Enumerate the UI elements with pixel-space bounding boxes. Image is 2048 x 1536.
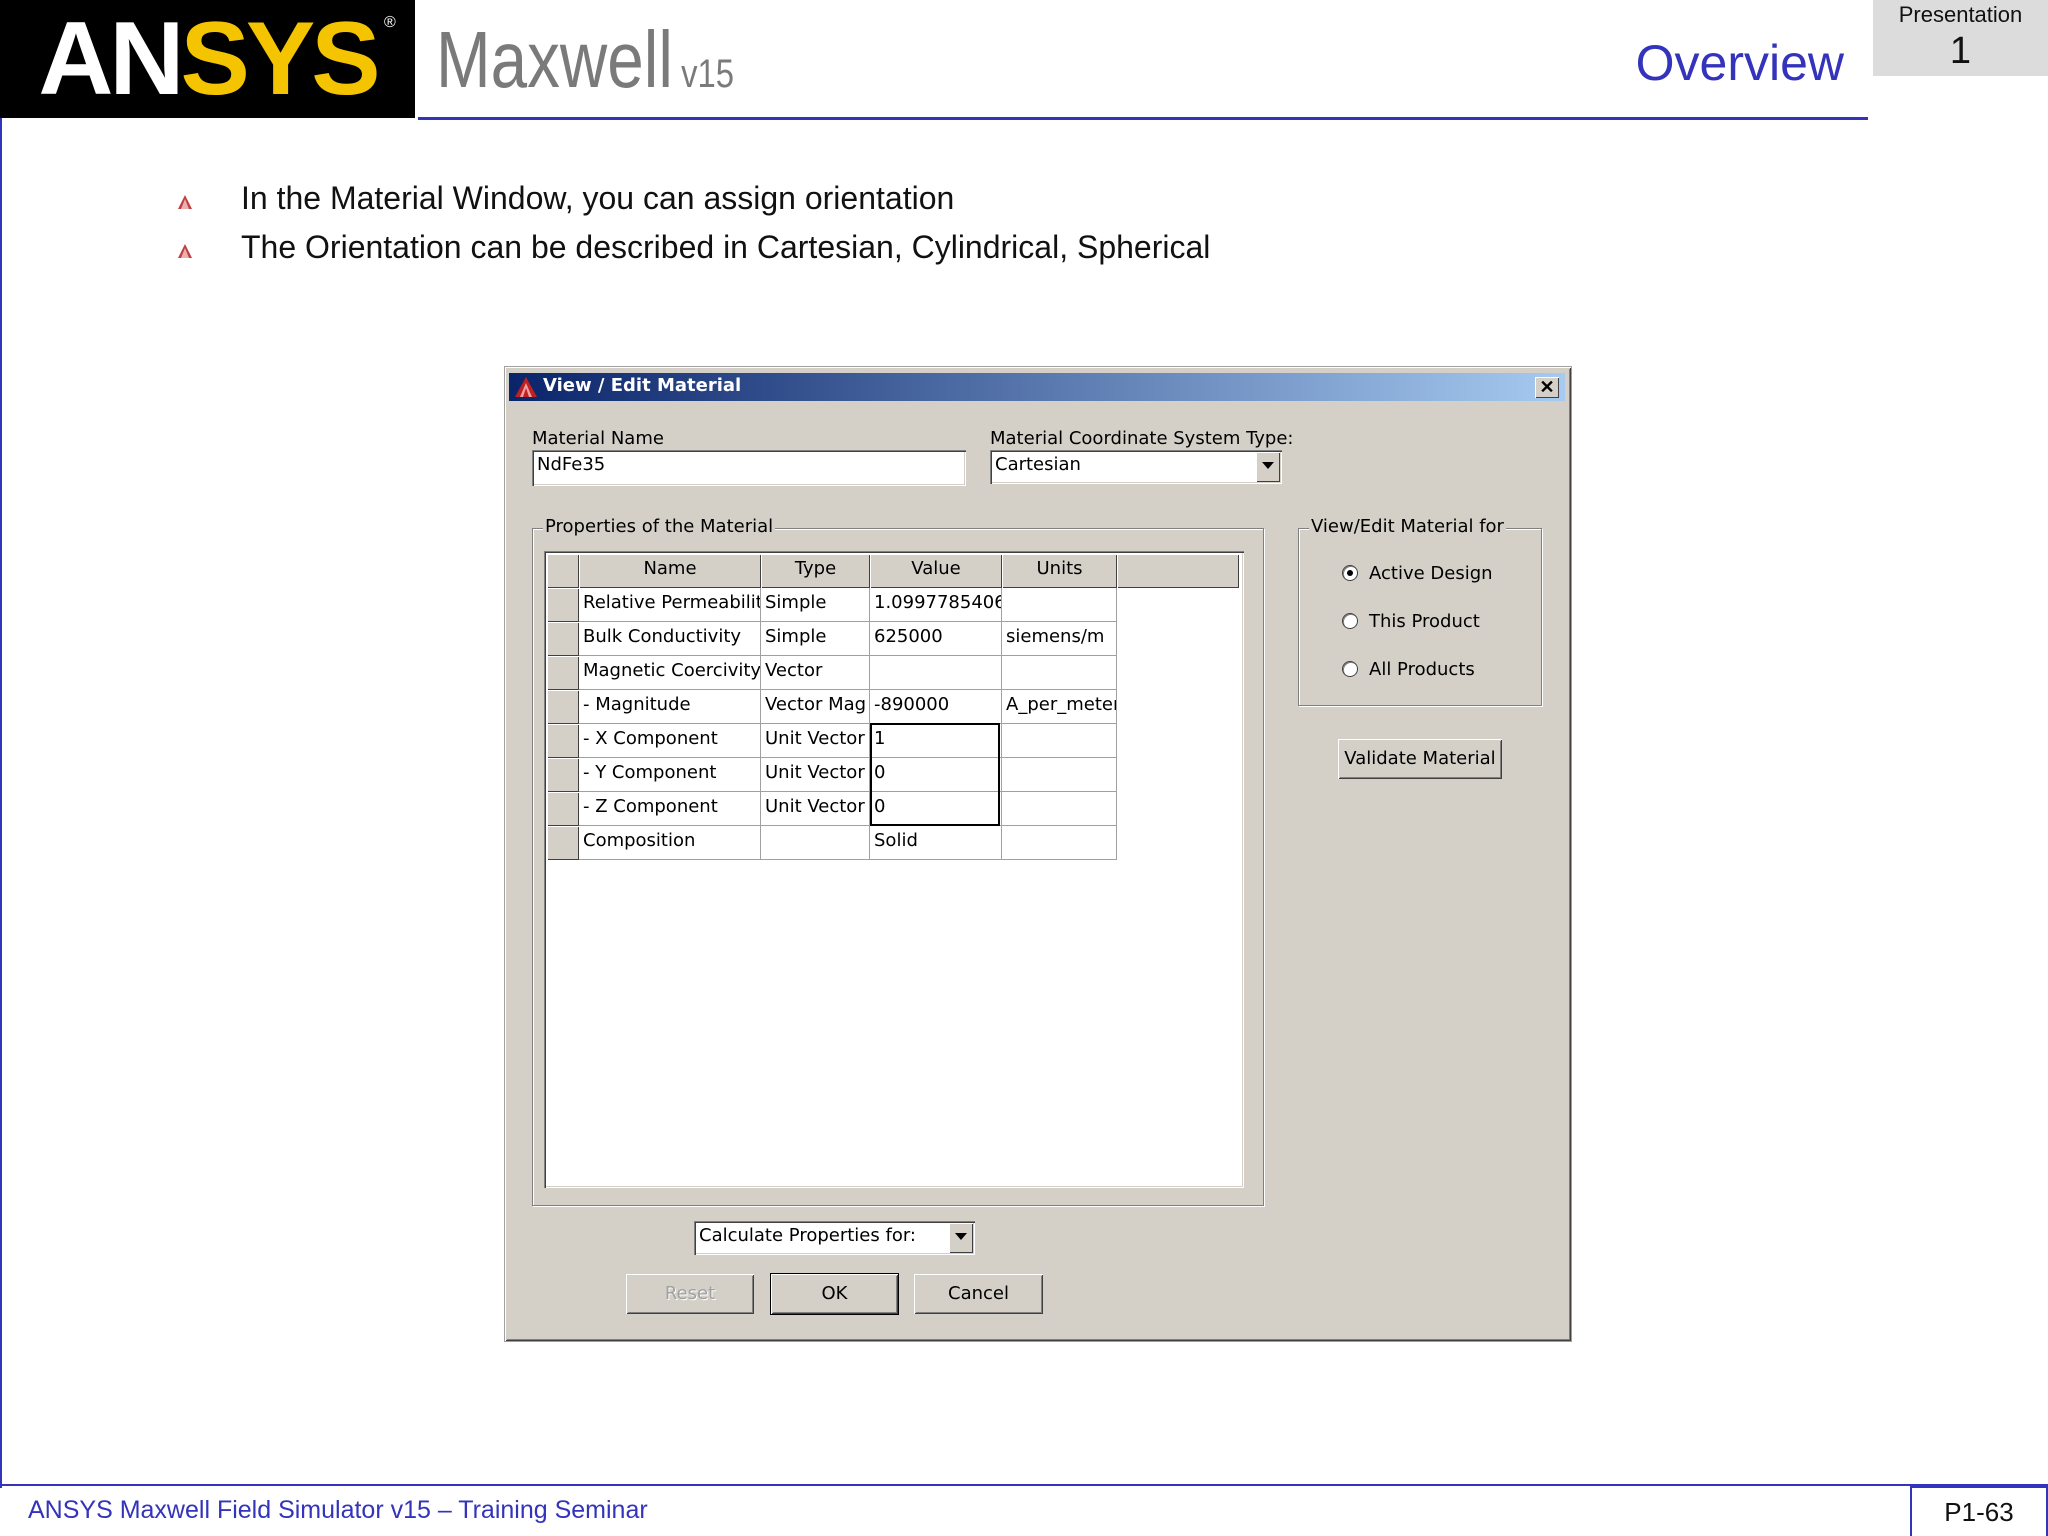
footer-divider [0,1484,2048,1486]
cell-units[interactable] [1002,792,1117,826]
radio-this-product-label[interactable]: This Product [1369,611,1480,632]
column-header-name[interactable]: Name [579,554,761,588]
row-header[interactable] [547,792,579,826]
cell-units[interactable]: siemens/m [1002,622,1117,656]
cell-units[interactable]: A_per_meter [1002,690,1117,724]
cell-value[interactable]: -890000 [870,690,1002,724]
bullet-text-2: The Orientation can be described in Cart… [241,229,1211,265]
cell-name[interactable]: Relative Permeability [579,588,761,622]
cell-value[interactable]: 1.0997785406 [870,588,1002,622]
bullet-icon [178,244,192,258]
column-header-value[interactable]: Value [870,554,1002,588]
left-border [0,118,2,1488]
grid-corner[interactable] [547,554,579,588]
cell-units[interactable] [1002,724,1117,758]
column-header-filler [1117,554,1239,588]
cell-name[interactable]: Composition [579,826,761,860]
cell-type[interactable]: Unit Vector [761,758,870,792]
page-number: P1-63 [1910,1486,2048,1536]
view-edit-for-label: View/Edit Material for [1309,516,1506,537]
footer-text: ANSYS Maxwell Field Simulator v15 – Trai… [28,1496,648,1524]
calculate-properties-value: Calculate Properties for: [699,1225,916,1246]
bullet-icon [178,195,192,209]
cell-value[interactable]: 1 [870,724,1002,758]
radio-all-products[interactable] [1342,661,1358,677]
reset-button[interactable]: Reset [626,1274,754,1314]
ansys-app-icon [515,377,537,397]
row-header[interactable] [547,656,579,690]
properties-group-label: Properties of the Material [543,516,776,537]
radio-active-design-label[interactable]: Active Design [1369,563,1493,584]
cell-name[interactable]: - Magnitude [579,690,761,724]
dialog-titlebar[interactable]: View / Edit Material ✕ [509,373,1565,401]
radio-all-products-label[interactable]: All Products [1369,659,1475,680]
section-title: Overview [1635,35,1844,91]
cell-name[interactable]: - Y Component [579,758,761,792]
cell-name[interactable]: Magnetic Coercivity [579,656,761,690]
cell-units[interactable] [1002,826,1117,860]
properties-grid[interactable]: Name Type Value Units Relative Permeabil… [544,551,1244,1188]
calculate-properties-select[interactable]: Calculate Properties for: [694,1221,975,1255]
header-divider [418,117,1868,120]
presentation-number: 1 [1949,30,1972,72]
cell-value[interactable]: 0 [870,758,1002,792]
presentation-badge: Presentation 1 [1873,0,2048,76]
cell-type[interactable]: Vector [761,656,870,690]
chevron-down-icon[interactable] [949,1223,973,1253]
cell-value[interactable]: 0 [870,792,1002,826]
radio-this-product[interactable] [1342,613,1358,629]
column-header-units[interactable]: Units [1002,554,1117,588]
coord-system-value: Cartesian [995,454,1081,475]
cell-type[interactable]: Unit Vector [761,792,870,826]
coord-system-select[interactable]: Cartesian [990,450,1282,484]
dialog-title: View / Edit Material [543,375,742,396]
product-version: v15 [681,52,735,96]
column-header-type[interactable]: Type [761,554,870,588]
bullet-text-1: In the Material Window, you can assign o… [241,180,955,216]
cell-value[interactable]: 625000 [870,622,1002,656]
product-title: Maxwell [436,15,673,104]
cell-units[interactable] [1002,656,1117,690]
cell-value[interactable]: Solid [870,826,1002,860]
material-name-value: NdFe35 [537,454,606,475]
cell-type[interactable]: Unit Vector [761,724,870,758]
ansys-logo-text: AN SYS [0,0,415,118]
cell-units[interactable] [1002,758,1117,792]
cell-type[interactable]: Simple [761,622,870,656]
material-name-label: Material Name [532,428,664,449]
coord-system-label: Material Coordinate System Type: [990,428,1294,449]
cell-type[interactable]: Vector Mag [761,690,870,724]
logo-white-part: AN [38,1,184,117]
close-icon: ✕ [1539,377,1555,397]
material-name-input[interactable]: NdFe35 [532,450,966,486]
product-name: Maxwell v15 [436,14,734,106]
row-header[interactable] [547,758,579,792]
logo-yellow-part: SYS [180,1,381,117]
row-header[interactable] [547,690,579,724]
row-header[interactable] [547,724,579,758]
registered-mark: ® [384,14,396,31]
ok-button[interactable]: OK [770,1273,899,1315]
cell-units[interactable] [1002,588,1117,622]
radio-active-design[interactable] [1342,565,1358,581]
cell-value[interactable] [870,656,1002,690]
row-header[interactable] [547,622,579,656]
cell-name[interactable]: - X Component [579,724,761,758]
cell-name[interactable]: - Z Component [579,792,761,826]
validate-material-button[interactable]: Validate Material [1338,739,1502,779]
cancel-button[interactable]: Cancel [914,1274,1043,1314]
row-header[interactable] [547,588,579,622]
chevron-down-icon[interactable] [1256,452,1280,482]
cell-type[interactable] [761,826,870,860]
cell-name[interactable]: Bulk Conductivity [579,622,761,656]
row-header[interactable] [547,826,579,860]
presentation-label: Presentation [1898,2,2023,27]
cell-type[interactable]: Simple [761,588,870,622]
close-button[interactable]: ✕ [1535,377,1559,398]
